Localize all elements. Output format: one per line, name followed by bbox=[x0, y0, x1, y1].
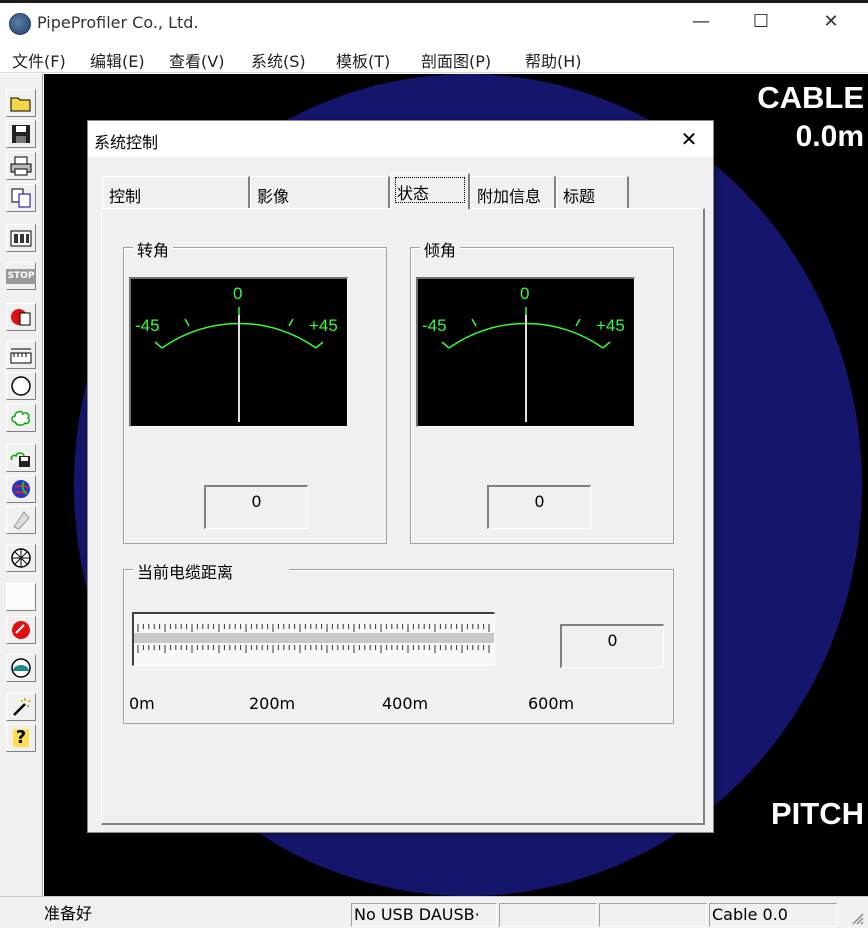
menu-template[interactable]: 模板(T) bbox=[336, 48, 390, 72]
status-usb: No USB DAUSB· bbox=[351, 903, 497, 927]
roll-gauge: -45 0 +45 bbox=[129, 277, 348, 427]
diamond-tool-icon[interactable] bbox=[6, 506, 36, 534]
blank-icon[interactable] bbox=[6, 583, 36, 611]
ruler-label-400: 400m bbox=[382, 694, 429, 713]
tab-image[interactable]: 影像 bbox=[250, 176, 390, 208]
status-panel-3 bbox=[499, 903, 597, 927]
status-panel-4 bbox=[599, 903, 707, 927]
pitch-gauge-mid-label: 0 bbox=[520, 284, 529, 303]
magic-wand-icon[interactable] bbox=[6, 693, 36, 721]
resize-grip-icon[interactable] bbox=[850, 911, 864, 925]
roll-gauge-dial: -45 0 +45 bbox=[135, 284, 338, 422]
open-folder-icon[interactable] bbox=[6, 89, 36, 117]
pitch-group: 倾角 -45 0 +45 0 bbox=[410, 237, 674, 544]
menu-view[interactable]: 查看(V) bbox=[169, 48, 224, 72]
globe-icon[interactable] bbox=[6, 475, 36, 503]
pitch-gauge: -45 0 +45 bbox=[416, 277, 635, 427]
roll-gauge-min-label: -45 bbox=[135, 316, 160, 335]
roll-gauge-mid-label: 0 bbox=[233, 284, 242, 303]
left-toolbar: STOP ? bbox=[0, 74, 43, 896]
film-frames-icon[interactable] bbox=[6, 224, 36, 252]
cable-distance-value-field: 0 bbox=[560, 624, 664, 668]
ruler-label-600: 600m bbox=[528, 694, 575, 713]
cable-ruler-ticks bbox=[134, 624, 494, 653]
save-capture-icon[interactable] bbox=[6, 444, 36, 472]
status-ready: 准备好 bbox=[44, 904, 93, 923]
dialog-close-button[interactable]: ✕ bbox=[674, 125, 704, 153]
print-icon[interactable] bbox=[6, 152, 36, 180]
cable-distance-group: 当前电缆距离 0 0m 200m 400m 600m bbox=[123, 559, 674, 724]
system-control-dialog: 系统控制 ✕ 控制 影像 状态 附加信息 标题 转角 -45 0 +45 0 倾… bbox=[87, 120, 714, 833]
ruler-icon[interactable] bbox=[6, 341, 36, 369]
help-icon[interactable]: ? bbox=[6, 724, 36, 752]
status-tab-panel: 转角 -45 0 +45 0 倾角 -45 0 +45 0 当前电缆距离 0 0… bbox=[101, 208, 705, 825]
pitch-gauge-dial: -45 0 +45 bbox=[422, 284, 625, 422]
ruler-label-0: 0m bbox=[129, 694, 155, 713]
pitch-value-field: 0 bbox=[487, 485, 591, 529]
roll-value-field: 0 bbox=[204, 485, 308, 529]
tab-focus-ring bbox=[395, 177, 465, 203]
statusbar: 准备好 No USB DAUSB· Cable 0.0 bbox=[0, 896, 868, 928]
roll-group-label: 转角 bbox=[133, 237, 174, 261]
ruler-center-band bbox=[134, 633, 494, 643]
tab-extra-info-label: 附加信息 bbox=[477, 187, 542, 206]
pitch-group-label: 倾角 bbox=[420, 237, 461, 261]
roll-group: 转角 -45 0 +45 0 bbox=[123, 237, 387, 544]
tab-control-label: 控制 bbox=[109, 187, 142, 206]
roll-gauge-max-label: +45 bbox=[309, 316, 338, 335]
circle-icon[interactable] bbox=[6, 372, 36, 400]
close-button[interactable]: ✕ bbox=[811, 9, 851, 35]
window-titlebar[interactable]: PipeProfiler Co., Ltd. — ☐ ✕ bbox=[0, 3, 868, 41]
menu-help[interactable]: 帮助(H) bbox=[525, 48, 582, 72]
pitch-overlay-label: PITCH bbox=[771, 796, 864, 831]
dialog-title: 系统控制 bbox=[94, 133, 159, 152]
record-icon[interactable] bbox=[6, 303, 36, 331]
tab-title[interactable]: 标题 bbox=[556, 176, 629, 208]
tab-extra-info[interactable]: 附加信息 bbox=[470, 176, 556, 208]
stop-text: STOP bbox=[5, 268, 37, 284]
menu-system[interactable]: 系统(S) bbox=[251, 48, 306, 72]
red-ball-icon[interactable] bbox=[6, 616, 36, 644]
stop-icon[interactable]: STOP bbox=[5, 262, 37, 290]
cable-distance-ruler bbox=[132, 612, 495, 666]
menubar: 文件(F) 编辑(E) 查看(V) 系统(S) 模板(T) 剖面图(P) 帮助(… bbox=[0, 41, 868, 73]
pitch-gauge-max-label: +45 bbox=[596, 316, 625, 335]
copy-icon[interactable] bbox=[6, 184, 36, 212]
cable-distance-group-label: 当前电缆距离 bbox=[133, 559, 290, 583]
tab-image-label: 影像 bbox=[257, 187, 290, 206]
cable-overlay-label: CABLE bbox=[757, 80, 864, 115]
tab-status[interactable]: 状态 bbox=[390, 173, 470, 209]
menu-edit[interactable]: 编辑(E) bbox=[90, 48, 145, 72]
menu-profile[interactable]: 剖面图(P) bbox=[421, 48, 491, 72]
save-disk-icon[interactable] bbox=[6, 120, 36, 148]
tab-control[interactable]: 控制 bbox=[102, 176, 250, 208]
dialog-titlebar[interactable]: 系统控制 ✕ bbox=[88, 121, 713, 157]
cloud-shape-icon[interactable] bbox=[6, 404, 36, 432]
dome-icon[interactable] bbox=[6, 654, 36, 682]
app-logo-icon bbox=[9, 13, 31, 35]
cable-overlay-value: 0.0m bbox=[795, 120, 864, 153]
pitch-gauge-min-label: -45 bbox=[422, 316, 447, 335]
ruler-label-200: 200m bbox=[249, 694, 296, 713]
tab-title-label: 标题 bbox=[563, 187, 596, 206]
status-cable: Cable 0.0 bbox=[709, 903, 837, 927]
compass-icon[interactable] bbox=[6, 544, 36, 572]
window-title: PipeProfiler Co., Ltd. bbox=[37, 13, 199, 32]
minimize-button[interactable]: — bbox=[681, 9, 721, 35]
menu-file[interactable]: 文件(F) bbox=[12, 48, 66, 72]
maximize-button[interactable]: ☐ bbox=[741, 9, 781, 35]
